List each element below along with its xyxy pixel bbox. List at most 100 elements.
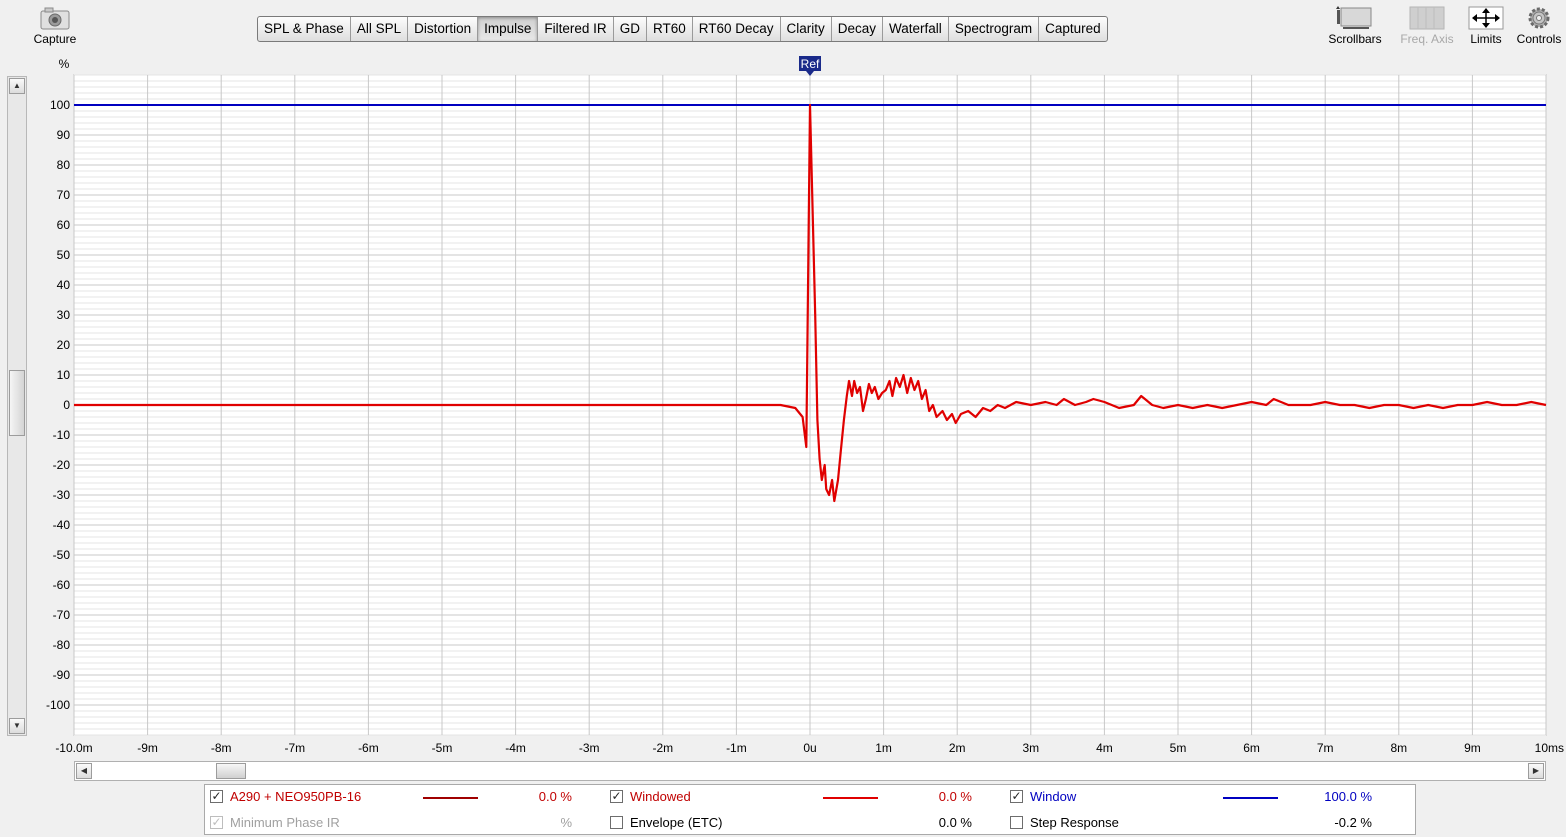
tab-spl-phase[interactable]: SPL & Phase <box>258 17 351 41</box>
y-axis-ticks: 1009080706050403020100-10-20-30-40-50-60… <box>46 98 70 712</box>
step-response-label: Step Response <box>1030 815 1119 830</box>
x-tick-label: 10ms <box>1535 741 1564 755</box>
x-tick-label: -10.0m <box>55 741 92 755</box>
trace-legend: ✓ A290 + NEO950PB-16 0.0 % ✓ Windowed 0.0 % ✓ W… <box>204 784 1416 835</box>
capture-label: Capture <box>33 32 77 46</box>
scroll-left-button[interactable]: ◀ <box>76 763 92 779</box>
windowed-line-swatch[interactable] <box>823 797 878 799</box>
freq-axis-icon <box>1409 6 1445 30</box>
x-tick-label: -9m <box>137 741 158 755</box>
scrollbars-icon <box>1336 6 1372 29</box>
y-tick-label: -70 <box>53 608 71 622</box>
x-tick-label: 5m <box>1170 741 1187 755</box>
y-tick-label: 50 <box>57 248 71 262</box>
scrollbars-button[interactable]: Scrollbars <box>1322 6 1388 46</box>
x-tick-label: -8m <box>211 741 232 755</box>
horizontal-scrollbar[interactable]: ◀ ▶ <box>74 761 1546 781</box>
tab-rt60[interactable]: RT60 <box>647 17 693 41</box>
y-tick-label: 100 <box>50 98 70 112</box>
y-tick-label: -10 <box>53 428 71 442</box>
window-checkbox[interactable]: ✓ <box>1010 790 1023 803</box>
window-line-swatch[interactable] <box>1223 797 1278 799</box>
step-response-checkbox[interactable] <box>1010 816 1023 829</box>
controls-label: Controls <box>1516 32 1562 46</box>
y-tick-label: 70 <box>57 188 71 202</box>
windowed-checkbox[interactable]: ✓ <box>610 790 623 803</box>
tab-waterfall[interactable]: Waterfall <box>883 17 949 41</box>
x-tick-label: -1m <box>726 741 747 755</box>
windowed-label: Windowed <box>630 789 691 804</box>
horizontal-scroll-thumb[interactable] <box>216 763 246 779</box>
y-tick-label: -30 <box>53 488 71 502</box>
x-tick-label: 8m <box>1390 741 1407 755</box>
tab-decay[interactable]: Decay <box>832 17 884 41</box>
limits-arrows-icon <box>1468 6 1504 30</box>
y-tick-label: 30 <box>57 308 71 322</box>
freq-axis-label: Freq. Axis <box>1400 32 1454 46</box>
legend-item-a290-neo950pb-16: ✓ A290 + NEO950PB-16 0.0 % <box>210 787 605 807</box>
tab-gd[interactable]: GD <box>614 17 647 41</box>
x-tick-label: -6m <box>358 741 379 755</box>
envelope-etc-checkbox[interactable] <box>610 816 623 829</box>
scrollbars-label: Scrollbars <box>1328 32 1382 46</box>
camera-icon <box>40 7 70 30</box>
x-tick-label: 4m <box>1096 741 1113 755</box>
legend-item-windowed: ✓ Windowed 0.0 % <box>610 787 1005 807</box>
x-tick-label: 3m <box>1022 741 1039 755</box>
x-tick-label: -7m <box>284 741 305 755</box>
scroll-right-button[interactable]: ▶ <box>1528 763 1544 779</box>
y-tick-label: -90 <box>53 668 71 682</box>
ref-marker-label: Ref <box>801 57 820 71</box>
y-tick-label: 90 <box>57 128 71 142</box>
minimum-phase-ir-value: % <box>560 815 572 830</box>
y-tick-label: 40 <box>57 278 71 292</box>
y-tick-label: 0 <box>63 398 70 412</box>
envelope-etc-label: Envelope (ETC) <box>630 815 723 830</box>
x-tick-label: -3m <box>579 741 600 755</box>
legend-item-window: ✓ Window 100.0 % <box>1010 787 1405 807</box>
y-tick-label: -50 <box>53 548 71 562</box>
y-tick-label: 20 <box>57 338 71 352</box>
a290-neo950pb-16-checkbox[interactable]: ✓ <box>210 790 223 803</box>
impulse-chart[interactable]: 1009080706050403020100-10-20-30-40-50-60… <box>0 50 1566 760</box>
x-tick-label: -2m <box>652 741 673 755</box>
capture-button[interactable]: Capture <box>28 6 82 46</box>
graph-tab-bar: SPL & Phase All SPL Distortion Impulse Filte… <box>257 16 1108 42</box>
tab-rt60-decay[interactable]: RT60 Decay <box>693 17 781 41</box>
a290-neo950pb-16-line-swatch[interactable] <box>423 797 478 799</box>
limits-button[interactable]: Limits <box>1464 6 1508 46</box>
y-tick-label: -80 <box>53 638 71 652</box>
gear-icon <box>1528 7 1550 29</box>
tab-spectrogram[interactable]: Spectrogram <box>949 17 1040 41</box>
minimum-phase-ir-checkbox: ✓ <box>210 815 223 829</box>
tab-clarity[interactable]: Clarity <box>781 17 832 41</box>
tab-filtered-ir[interactable]: Filtered IR <box>538 17 614 41</box>
limits-label: Limits <box>1470 32 1502 46</box>
window-label: Window <box>1030 789 1077 804</box>
x-tick-label: 1m <box>875 741 892 755</box>
legend-item-envelope-etc: Envelope (ETC) 0.0 % <box>610 813 1005 833</box>
x-tick-label: 9m <box>1464 741 1481 755</box>
y-tick-label: -100 <box>46 698 70 712</box>
x-tick-label: 6m <box>1243 741 1260 755</box>
x-tick-label: 0u <box>803 741 816 755</box>
minimum-phase-ir-label: Minimum Phase IR <box>230 815 340 830</box>
y-tick-label: 60 <box>57 218 71 232</box>
ref-marker[interactable]: Ref <box>799 56 821 76</box>
x-axis-ticks: -10.0m -9m -8m -7m -6m -5m -4m -3m -2m -1m 0u 1m 2m 3… <box>55 741 1564 755</box>
y-tick-label: -20 <box>53 458 71 472</box>
y-tick-label: -60 <box>53 578 71 592</box>
tab-distortion[interactable]: Distortion <box>408 17 479 41</box>
window-value: 100.0 % <box>1324 789 1372 804</box>
controls-button[interactable]: Controls <box>1512 6 1566 46</box>
tab-all-spl[interactable]: All SPL <box>351 17 409 41</box>
envelope-etc-value: 0.0 % <box>938 815 972 830</box>
freq-axis-button[interactable]: Freq. Axis <box>1392 6 1462 46</box>
step-response-value: -0.2 % <box>1334 815 1372 830</box>
windowed-value: 0.0 % <box>938 789 972 804</box>
x-tick-label: 2m <box>949 741 966 755</box>
a290-neo950pb-16-value: 0.0 % <box>538 789 572 804</box>
tab-captured[interactable]: Captured <box>1039 17 1107 41</box>
x-tick-label: -5m <box>432 741 453 755</box>
tab-impulse[interactable]: Impulse <box>478 17 539 41</box>
